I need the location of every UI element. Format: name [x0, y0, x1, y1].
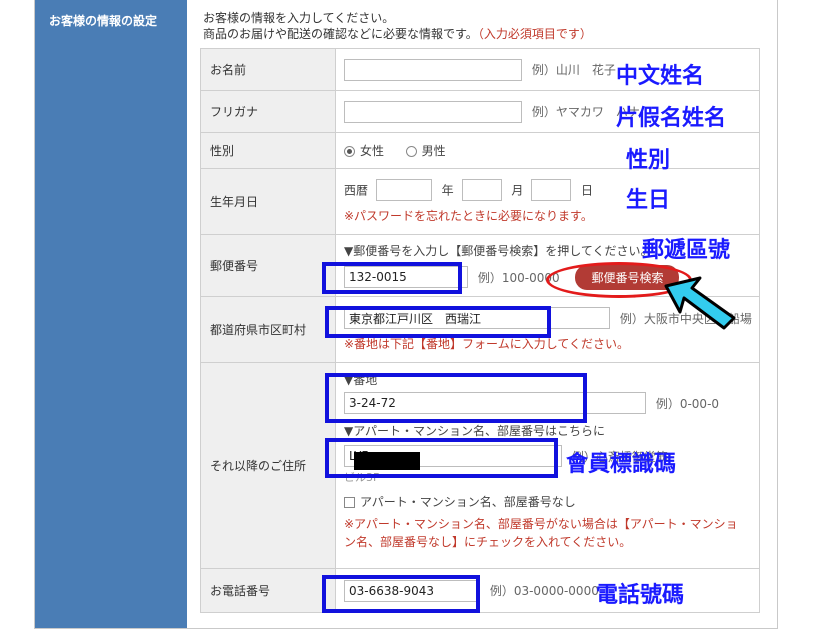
banchi-highlight-box [325, 373, 587, 423]
prefecture-highlight-box [325, 306, 551, 338]
section-title: お客様の情報の設定 [49, 14, 158, 28]
intro-text: お客様の情報を入力してください。 商品のお届けや配送の確認などに必要な情報です。… [203, 10, 592, 42]
birthday-era: 西暦 [344, 183, 369, 198]
annotation-birthday: 生日 [626, 188, 671, 213]
label-prefecture: 都道府県市区町村 [200, 296, 336, 363]
label-birthday: 生年月日 [200, 168, 336, 235]
phone-example: 例）03-0000-0000 [489, 584, 599, 598]
annotation-phone: 電話號碼 [596, 583, 685, 608]
apartment-title: ▼アパート・マンション名、部屋番号はこちらに [344, 424, 605, 438]
redaction-bar [354, 452, 420, 470]
row-gender: 性別 女性 男性 [200, 132, 760, 169]
intro-line-2: 商品のお届けや配送の確認などに必要な情報です。 [203, 27, 478, 41]
name-input[interactable] [344, 58, 522, 81]
gender-female-label: 女性 [360, 144, 385, 158]
intro-line-1: お客様の情報を入力してください。 [203, 11, 395, 25]
birth-day-input[interactable] [531, 179, 572, 201]
furigana-input[interactable] [344, 100, 522, 123]
name-example: 例）山川 花子 [531, 63, 616, 77]
gender-male-label: 男性 [421, 144, 446, 158]
postal-highlight-box [322, 262, 462, 294]
birthday-day-unit: 日 [581, 183, 594, 198]
phone-highlight-box [322, 575, 480, 613]
birth-month-input[interactable] [461, 179, 502, 201]
no-apartment-checkbox[interactable] [344, 497, 355, 508]
label-furigana: フリガナ [200, 90, 336, 133]
label-name: お名前 [200, 48, 336, 91]
annotation-gender: 性別 [626, 148, 671, 173]
birth-year-input[interactable] [375, 179, 432, 201]
section-sidebar: お客様の情報の設定 [35, 0, 187, 628]
label-phone: お電話番号 [200, 568, 336, 613]
annotation-member-id: 會員標識碼 [566, 452, 677, 477]
pointer-arrow-icon [664, 276, 736, 330]
annotation-name: 中文姓名 [616, 64, 705, 89]
birthday-year-unit: 年 [441, 183, 454, 198]
banchi-example: 例）0-00-0 [655, 396, 720, 411]
gender-male-radio[interactable] [405, 146, 417, 157]
label-postal: 郵便番号 [200, 234, 336, 297]
annotation-postal: 郵遞區號 [642, 238, 731, 263]
label-gender: 性別 [200, 132, 336, 169]
gender-female-radio[interactable] [344, 146, 355, 157]
birthday-note: ※パスワードを忘れたときに必要になります。 [344, 209, 593, 223]
annotation-furigana: 片假名姓名 [616, 106, 727, 131]
no-apartment-label: アパート・マンション名、部屋番号なし [360, 495, 576, 509]
birthday-month-unit: 月 [511, 183, 524, 198]
required-note: （入力必須項目です） [477, 27, 592, 41]
no-apartment-note: ※アパート・マンション名、部屋番号がない場合は【アパート・マンション名、部屋番号… [344, 517, 738, 549]
label-address: それ以降のご住所 [200, 362, 336, 569]
row-birthday: 生年月日 西暦 年 月 日 ※パスワードを忘れたときに必要になります。 [200, 168, 760, 235]
